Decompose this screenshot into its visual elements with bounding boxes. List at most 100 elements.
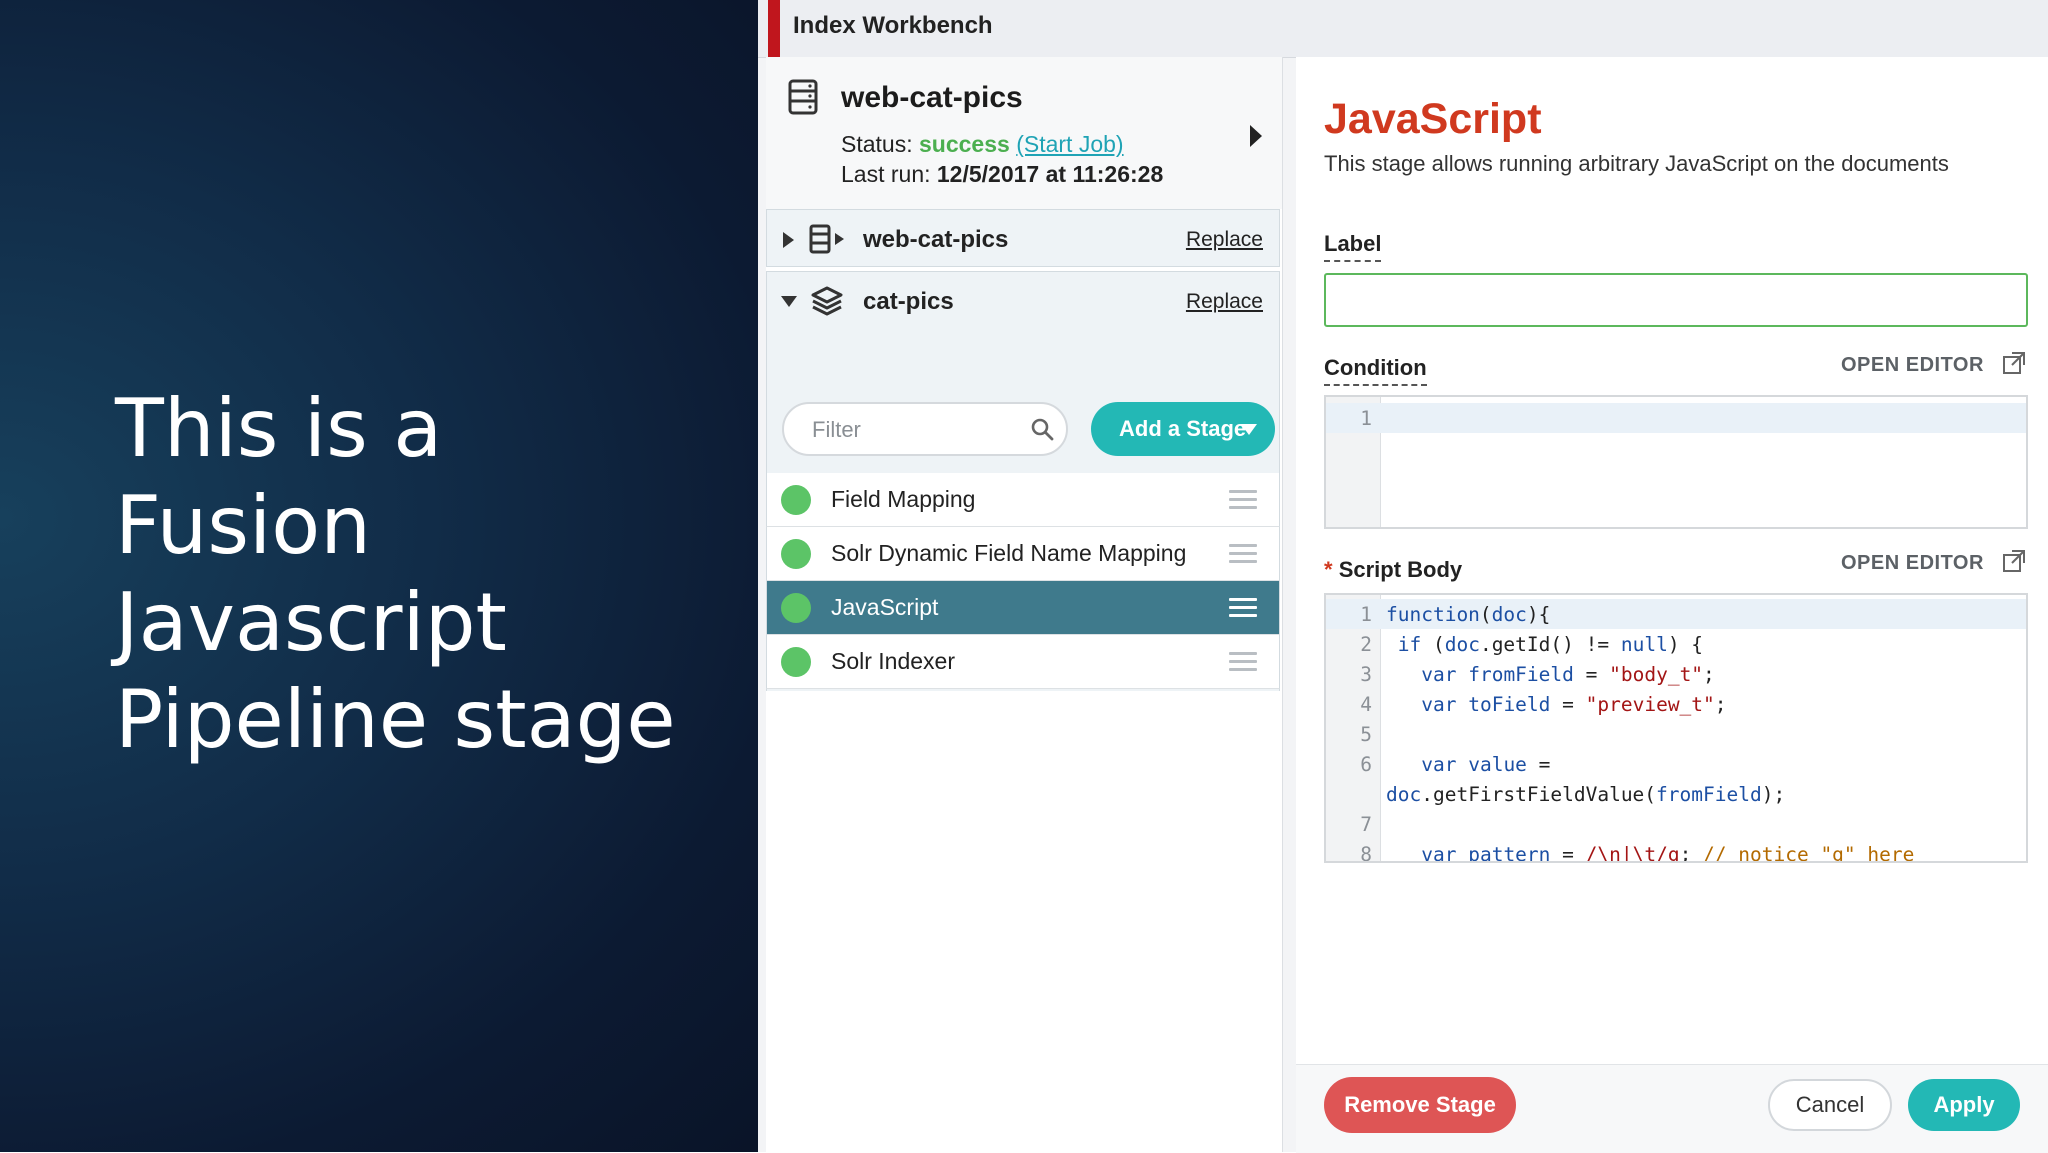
external-link-icon xyxy=(2003,352,2025,374)
datasource-row[interactable]: web-cat-pics Replace xyxy=(766,209,1280,267)
open-editor-label: OPEN EDITOR xyxy=(1841,552,1984,574)
last-run-value: 12/5/2017 at 11:26:28 xyxy=(936,161,1164,187)
status-label: Status: xyxy=(841,131,913,157)
code-text: var fromField = "body_t"; xyxy=(1421,663,1715,686)
datasource-replace-link[interactable]: Replace xyxy=(1186,228,1263,252)
code-text: var value = xyxy=(1421,753,1551,776)
datasource-icon xyxy=(809,224,844,254)
app-titlebar: Index Workbench xyxy=(758,0,2048,58)
add-stage-button[interactable]: Add a Stage xyxy=(1091,402,1275,456)
condition-code-editor[interactable]: 1 xyxy=(1324,395,2028,529)
stage-description: This stage allows running arbitrary Java… xyxy=(1324,151,1949,176)
stage-item-field-mapping[interactable]: Field Mapping xyxy=(766,473,1280,527)
cancel-button[interactable]: Cancel xyxy=(1768,1079,1892,1131)
job-card[interactable]: web-cat-pics Status: success (Start Job)… xyxy=(766,57,1282,209)
job-name: web-cat-pics xyxy=(841,81,1023,114)
code-text: doc.getFirstFieldValue(fromField); xyxy=(1386,783,1786,806)
stage-name: Solr Indexer xyxy=(831,648,956,674)
slide-heading-line: Javascript xyxy=(115,576,507,669)
code-line: 2 if (doc.getId() != null) { xyxy=(1326,629,2026,659)
drag-handle-icon[interactable] xyxy=(1229,652,1257,672)
code-text: var pattern = /\n|\t/g; // notice "g" he… xyxy=(1421,843,1915,863)
search-icon[interactable] xyxy=(1030,417,1054,441)
pipeline-row[interactable]: cat-pics Replace xyxy=(766,271,1280,329)
database-icon xyxy=(788,79,818,115)
stage-list: Field Mapping Solr Dynamic Field Name Ma… xyxy=(766,473,1280,689)
script-body-code-editor[interactable]: 1 function(doc){ 2 if (doc.getId() != nu… xyxy=(1324,593,2028,863)
code-text: var toField = "preview_t"; xyxy=(1421,693,1727,716)
stage-editor-panel: JavaScript This stage allows running arb… xyxy=(1296,57,2048,1152)
code-line: 7 xyxy=(1326,809,2026,839)
pipeline-replace-link[interactable]: Replace xyxy=(1186,290,1263,314)
slide-heading: This is a Fusion Javascript Pipeline sta… xyxy=(115,380,715,768)
open-editor-label: OPEN EDITOR xyxy=(1841,354,1984,376)
label-input[interactable] xyxy=(1324,273,2028,327)
editor-footer: Remove Stage Cancel Apply xyxy=(1296,1064,2048,1153)
expand-arrow-icon[interactable] xyxy=(1250,125,1262,147)
line-number: 2 xyxy=(1360,633,1372,656)
line-number: 1 xyxy=(1360,407,1372,430)
line-number: 8 xyxy=(1360,843,1372,863)
pipeline-name: cat-pics xyxy=(863,288,954,315)
stage-status-dot xyxy=(781,647,811,677)
condition-label: Condition xyxy=(1324,355,1427,386)
line-number: 1 xyxy=(1360,603,1372,626)
condition-open-editor-button[interactable]: OPEN EDITOR xyxy=(1841,351,2026,377)
stage-name: JavaScript xyxy=(831,594,939,620)
pipeline-column: web-cat-pics Status: success (Start Job)… xyxy=(766,57,1283,1152)
chevron-down-icon xyxy=(1241,424,1257,435)
drag-handle-icon[interactable] xyxy=(1229,598,1257,618)
last-run-label: Last run: xyxy=(841,161,931,187)
expand-triangle-icon[interactable] xyxy=(783,232,794,248)
required-marker: * xyxy=(1324,557,1333,582)
app-title: Index Workbench xyxy=(793,12,993,39)
stage-title: JavaScript xyxy=(1324,95,1542,143)
stage-status-dot xyxy=(781,593,811,623)
stage-status-dot xyxy=(781,485,811,515)
script-open-editor-button[interactable]: OPEN EDITOR xyxy=(1841,549,2026,575)
stage-status-dot xyxy=(781,539,811,569)
slide-heading-line: Fusion xyxy=(115,479,371,572)
code-line: 8 var pattern = /\n|\t/g; // notice "g" … xyxy=(1326,839,2026,863)
stage-item-javascript[interactable]: JavaScript xyxy=(766,581,1280,635)
stage-item-solr-dynamic-field-name-mapping[interactable]: Solr Dynamic Field Name Mapping xyxy=(766,527,1280,581)
layers-icon xyxy=(811,286,843,316)
label-field-label: Label xyxy=(1324,231,1382,262)
filter-field[interactable] xyxy=(782,402,1068,456)
slide-heading-line: This is a xyxy=(115,382,443,475)
line-number: 3 xyxy=(1360,663,1372,686)
drag-handle-icon[interactable] xyxy=(1229,490,1257,510)
slide-panel: This is a Fusion Javascript Pipeline sta… xyxy=(0,0,758,1152)
script-body-label-wrap: * Script Body xyxy=(1324,557,1462,583)
index-workbench-app: Index Workbench web-cat-pics Status: suc… xyxy=(758,0,2048,1153)
job-status: Status: success (Start Job) xyxy=(841,131,1124,158)
start-job-link[interactable]: (Start Job) xyxy=(1016,131,1123,157)
code-text: if (doc.getId() != null) { xyxy=(1397,633,1704,656)
line-number: 5 xyxy=(1360,723,1372,746)
datasource-name: web-cat-pics xyxy=(863,226,1009,253)
collapse-triangle-icon[interactable] xyxy=(781,296,797,307)
external-link-icon xyxy=(2003,550,2025,572)
filter-input[interactable] xyxy=(810,414,1014,446)
stage-item-solr-indexer[interactable]: Solr Indexer xyxy=(766,635,1280,689)
line-number: 6 xyxy=(1360,753,1372,776)
script-body-label: Script Body xyxy=(1338,557,1463,582)
status-value: success xyxy=(919,131,1010,157)
line-number: 4 xyxy=(1360,693,1372,716)
add-stage-label: Add a Stage xyxy=(1119,416,1247,441)
slide-heading-line: Pipeline stage xyxy=(115,673,676,766)
stage-name: Field Mapping xyxy=(831,486,976,512)
stage-name: Solr Dynamic Field Name Mapping xyxy=(831,540,1187,566)
brand-accent-bar xyxy=(768,0,780,57)
code-text: function(doc){ xyxy=(1386,603,1551,626)
remove-stage-button[interactable]: Remove Stage xyxy=(1324,1077,1516,1133)
code-line: 4 var toField = "preview_t"; xyxy=(1326,689,2026,719)
apply-button[interactable]: Apply xyxy=(1908,1079,2020,1131)
line-number: 7 xyxy=(1360,813,1372,836)
code-line: 5 xyxy=(1326,719,2026,749)
code-line: 1 function(doc){ xyxy=(1326,599,2026,629)
code-line: 1 xyxy=(1326,403,2026,433)
drag-handle-icon[interactable] xyxy=(1229,544,1257,564)
code-line: doc.getFirstFieldValue(fromField); xyxy=(1326,779,2026,809)
job-last-run: Last run: 12/5/2017 at 11:26:28 xyxy=(841,161,1163,188)
